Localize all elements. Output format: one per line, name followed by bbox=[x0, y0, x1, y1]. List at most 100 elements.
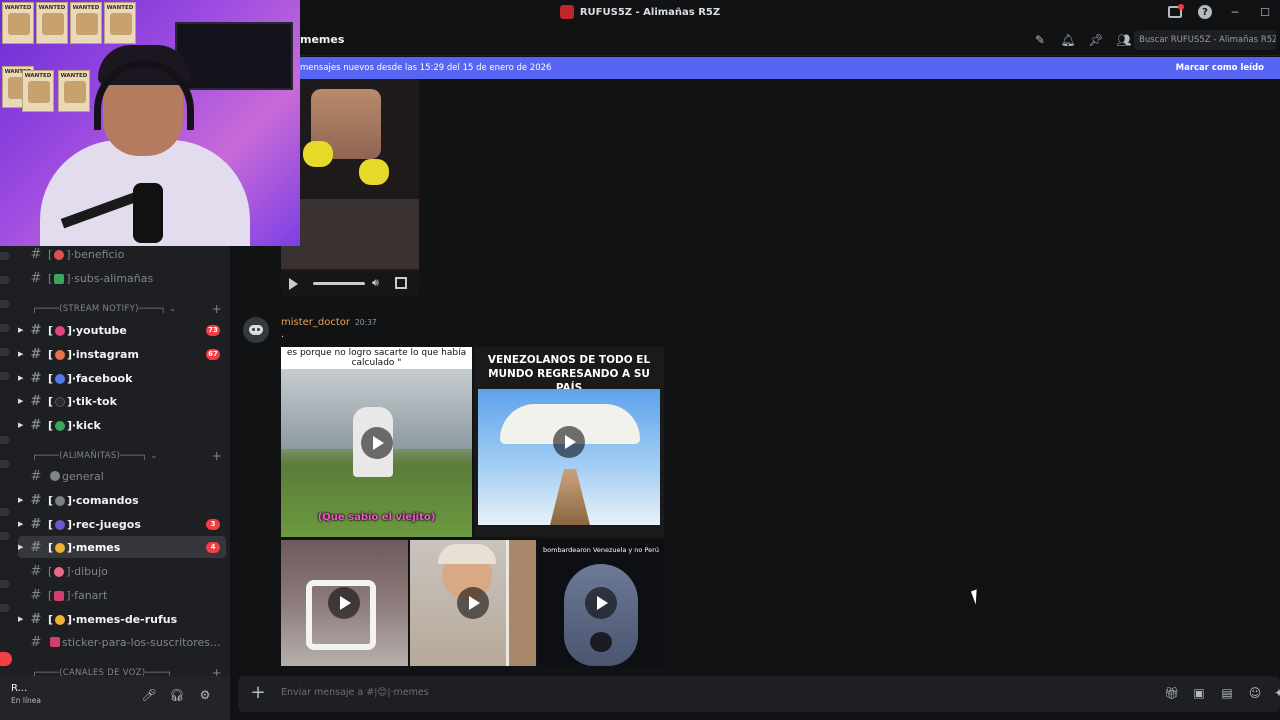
gif-icon[interactable]: ▣ bbox=[1192, 686, 1206, 700]
channel-sticker-para-los-suscritores[interactable]: # sticker-para-los-suscritores... bbox=[18, 631, 226, 653]
emoji-picker-icon[interactable]: ☺ bbox=[1248, 686, 1262, 700]
server-item[interactable] bbox=[0, 372, 10, 380]
play-icon[interactable] bbox=[289, 278, 298, 290]
headphones-icon[interactable]: 🎧︎ bbox=[169, 687, 185, 703]
hash-icon: # bbox=[30, 393, 42, 409]
volume-slider[interactable] bbox=[313, 282, 365, 285]
speaker-icon[interactable]: 🔊︎ bbox=[372, 276, 379, 290]
wanted-poster: WANTED bbox=[70, 2, 102, 44]
server-item[interactable] bbox=[0, 324, 10, 332]
sticker-icon[interactable]: ▤ bbox=[1220, 686, 1234, 700]
unread-indicator-icon: ▶ bbox=[18, 421, 24, 429]
message-author[interactable]: mister_doctor bbox=[281, 317, 350, 328]
server-item[interactable] bbox=[0, 436, 10, 444]
server-item[interactable] bbox=[0, 300, 10, 308]
settings-gear-icon[interactable]: ⚙ bbox=[197, 687, 213, 703]
server-item[interactable] bbox=[0, 580, 10, 588]
inbox-icon bbox=[1168, 4, 1184, 18]
wanted-poster: WANTED bbox=[22, 70, 54, 112]
play-icon[interactable] bbox=[457, 587, 489, 619]
add-channel-icon[interactable]: + bbox=[212, 449, 222, 463]
server-item[interactable] bbox=[0, 604, 10, 612]
mention-badge: 73 bbox=[206, 324, 220, 336]
channel-comandos[interactable]: ▶ # []‧ comandos bbox=[18, 489, 226, 511]
server-item[interactable] bbox=[0, 252, 10, 260]
play-icon[interactable] bbox=[553, 426, 585, 458]
hash-icon: # bbox=[30, 270, 42, 286]
add-channel-icon[interactable]: + bbox=[212, 302, 222, 316]
minimize-button[interactable]: ─ bbox=[1220, 0, 1250, 24]
members-icon[interactable]: 👥︎ bbox=[1116, 32, 1132, 48]
category-stream-notify[interactable]: ┌──── (STREAM NOTIFY) ────┐ ⌄ + bbox=[32, 302, 222, 316]
hash-icon: # bbox=[30, 492, 42, 508]
channel-header: memes ✎ 🔔︎ 📌︎ 👥︎ Buscar RUFUS5Z - Alimañ… bbox=[300, 24, 1280, 56]
bell-icon[interactable]: 🔔︎ bbox=[1060, 32, 1076, 48]
user-status: En línea bbox=[11, 696, 42, 705]
mention-badge: 3 bbox=[206, 518, 220, 530]
media-caption: (Que sabio el viejito) bbox=[317, 512, 436, 523]
channel-label: fanart bbox=[74, 588, 108, 602]
category-alimanitas[interactable]: ┌──── (ALIMAÑITAS) ────┐ ⌄ + bbox=[32, 449, 222, 463]
channel-label: general bbox=[62, 469, 104, 483]
apps-icon[interactable]: ✦ bbox=[1272, 686, 1280, 700]
message-composer[interactable]: + Enviar mensaje a #|😊|‧memes 🎁︎ ▣ ▤ ☺ ✦ bbox=[238, 676, 1280, 712]
channel-memes[interactable]: ▶ # []‧ memes 4 bbox=[18, 536, 226, 558]
channel-instagram[interactable]: ▶ # []‧ instagram 67 bbox=[18, 343, 226, 365]
tv-screen bbox=[175, 22, 293, 90]
maximize-button[interactable]: ☐ bbox=[1250, 0, 1280, 24]
server-item[interactable] bbox=[0, 532, 10, 540]
search-input[interactable]: Buscar RUFUS5Z - Alimañas R5Z bbox=[1134, 30, 1276, 50]
user-panel: R... En línea 🎤︎ 🎧︎ ⚙ bbox=[0, 676, 230, 720]
category-voice[interactable]: ┌──── (CANALES DE VOZ) ────┐ + bbox=[32, 666, 222, 676]
help-button[interactable]: ? bbox=[1190, 0, 1220, 24]
inbox-button[interactable] bbox=[1160, 0, 1190, 24]
media-tile[interactable] bbox=[410, 540, 536, 666]
channel-memes-de-rufus[interactable]: ▶ # []‧ memes-de-rufus bbox=[18, 608, 226, 630]
server-item[interactable] bbox=[0, 348, 10, 356]
gift-icon[interactable]: 🎁︎ bbox=[1164, 686, 1179, 700]
avatar[interactable] bbox=[243, 317, 269, 343]
username[interactable]: R... bbox=[11, 683, 27, 694]
channel-subs-alimanas[interactable]: # []‧ subs-alimañas bbox=[18, 267, 226, 289]
fullscreen-icon[interactable] bbox=[395, 277, 407, 289]
wanted-poster: WANTED bbox=[36, 2, 68, 44]
server-item[interactable] bbox=[0, 508, 10, 516]
microphone-icon[interactable]: 🎤︎ bbox=[141, 687, 157, 703]
channel-label: memes-de-rufus bbox=[75, 612, 178, 626]
channel-tik-tok[interactable]: ▶ # []‧ tik-tok bbox=[18, 390, 226, 412]
video-attachment[interactable]: 🔊︎ bbox=[281, 79, 419, 297]
media-tile[interactable]: bombardearon Venezuela y no Perú bbox=[538, 540, 664, 666]
media-tile[interactable]: VENEZOLANOS DE TODO EL MUNDO REGRESANDO … bbox=[474, 347, 664, 537]
channel-dibujo[interactable]: # []‧ dibujo bbox=[18, 560, 226, 582]
play-icon[interactable] bbox=[328, 587, 360, 619]
media-tile[interactable]: es porque no logro sacarte lo que había … bbox=[281, 347, 472, 537]
message-input[interactable]: Enviar mensaje a #|😊|‧memes bbox=[281, 687, 429, 698]
unread-indicator-icon: ▶ bbox=[18, 615, 24, 623]
add-channel-icon[interactable]: + bbox=[212, 666, 222, 676]
server-item[interactable] bbox=[0, 460, 10, 468]
channel-beneficio[interactable]: # []‧ beneficio bbox=[18, 246, 226, 265]
media-tile[interactable] bbox=[281, 540, 408, 666]
new-messages-bar[interactable]: mensajes nuevos desde las 15:29 del 15 d… bbox=[300, 57, 1280, 79]
wanted-poster: WANTED bbox=[2, 2, 34, 44]
channel-general[interactable]: # general bbox=[18, 465, 226, 487]
play-icon[interactable] bbox=[361, 427, 393, 459]
channel-youtube[interactable]: ▶ # []‧ youtube 73 bbox=[18, 319, 226, 341]
add-attachment-icon[interactable]: + bbox=[248, 683, 268, 703]
pin-icon[interactable]: 📌︎ bbox=[1088, 32, 1104, 48]
gamepad-emoji-icon bbox=[55, 519, 66, 530]
channel-rec-juegos[interactable]: ▶ # []‧ rec-juegos 3 bbox=[18, 513, 226, 535]
mark-as-read-button[interactable]: Marcar como leído bbox=[1176, 63, 1264, 73]
channel-fanart[interactable]: # []‧ fanart bbox=[18, 584, 226, 606]
threads-icon[interactable]: ✎ bbox=[1032, 32, 1048, 48]
hash-icon: # bbox=[30, 246, 42, 262]
server-item[interactable] bbox=[0, 276, 10, 284]
unread-indicator-icon: ▶ bbox=[18, 326, 24, 334]
play-icon[interactable] bbox=[585, 587, 617, 619]
channel-facebook[interactable]: ▶ # []‧ facebook bbox=[18, 367, 226, 389]
wanted-poster: WANTED bbox=[104, 2, 136, 44]
discord-app: RUFUS5Z - Alimañas R5Z ? ─ ☐ memes ✎ 🔔︎ … bbox=[0, 0, 1280, 720]
channel-kick[interactable]: ▶ # []‧ kick bbox=[18, 414, 226, 436]
hash-icon: # bbox=[30, 322, 42, 338]
palette-emoji-icon bbox=[54, 566, 65, 577]
